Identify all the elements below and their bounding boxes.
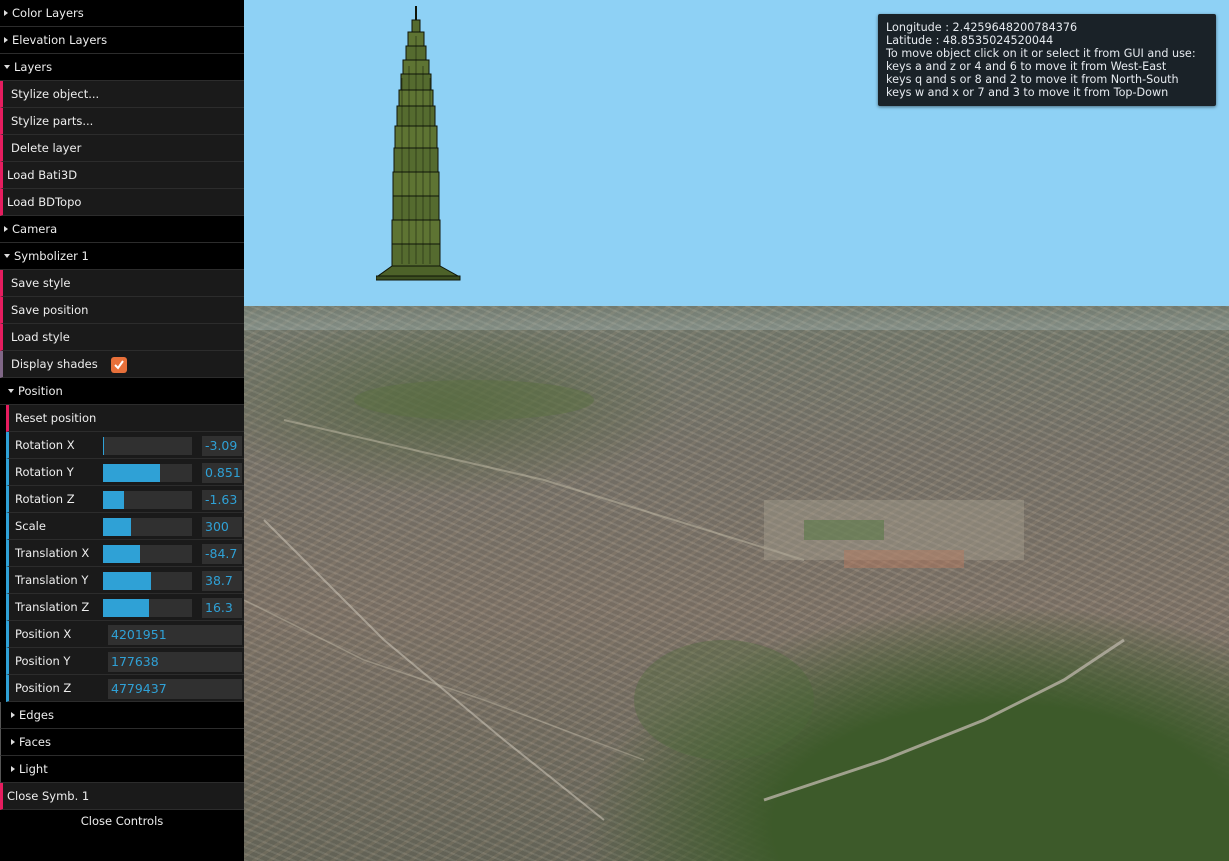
position-z-control: Position Z 4779437: [6, 675, 244, 702]
controls-panel: Color Layers Elevation Layers Layers Sty…: [0, 0, 244, 861]
translation-x-slider[interactable]: [103, 545, 192, 563]
rotation-z-input[interactable]: -1.63: [202, 490, 242, 510]
info-panel: Longitude : 2.4259648200784376 Latitude …: [878, 14, 1216, 106]
translation-z-control: Translation Z 16.3: [6, 594, 244, 621]
close-controls-button[interactable]: Close Controls: [0, 810, 244, 833]
save-position-button[interactable]: Save position: [0, 297, 244, 324]
folder-color-layers[interactable]: Color Layers: [0, 0, 244, 27]
scale-slider[interactable]: [103, 518, 192, 536]
rotation-y-control: Rotation Y 0.851: [6, 459, 244, 486]
folder-position[interactable]: Position: [0, 378, 244, 405]
instructions-line: keys w and x or 7 and 3 to move it from …: [886, 86, 1169, 99]
translation-y-control: Translation Y 38.7: [6, 567, 244, 594]
close-symbolizer-button[interactable]: Close Symb. 1: [0, 783, 244, 810]
rotation-z-slider[interactable]: [103, 491, 192, 509]
folder-elevation-layers[interactable]: Elevation Layers: [0, 27, 244, 54]
slider-fill: [103, 464, 160, 482]
tower-3d-object[interactable]: [376, 6, 466, 282]
slider-fill: [103, 599, 150, 617]
checkmark-icon: [114, 360, 124, 370]
chevron-right-icon: [4, 226, 8, 232]
rotation-x-slider[interactable]: [103, 437, 192, 455]
chevron-down-icon: [4, 254, 10, 258]
longitude-readout: Longitude : 2.4259648200784376: [886, 21, 1078, 34]
load-style-button[interactable]: Load style: [0, 324, 244, 351]
globe-view[interactable]: [244, 0, 1229, 861]
rotation-z-control: Rotation Z -1.63: [6, 486, 244, 513]
folder-edges[interactable]: Edges: [0, 702, 244, 729]
scale-control: Scale 300: [6, 513, 244, 540]
instructions-line: keys a and z or 4 and 6 to move it from …: [886, 60, 1167, 73]
translation-z-input[interactable]: 16.3: [202, 598, 242, 618]
slider-fill: [103, 545, 141, 563]
chevron-right-icon: [11, 712, 15, 718]
position-x-control: Position X 4201951: [6, 621, 244, 648]
scale-input[interactable]: 300: [202, 517, 242, 537]
translation-z-slider[interactable]: [103, 599, 192, 617]
position-z-input[interactable]: 4779437: [108, 679, 242, 699]
position-y-input[interactable]: 177638: [108, 652, 242, 672]
chevron-down-icon: [8, 389, 14, 393]
save-style-button[interactable]: Save style: [0, 270, 244, 297]
folder-faces[interactable]: Faces: [0, 729, 244, 756]
chevron-right-icon: [11, 766, 15, 772]
folder-symbolizer[interactable]: Symbolizer 1: [0, 243, 244, 270]
instructions-line: To move object click on it or select it …: [886, 47, 1196, 60]
slider-fill: [103, 491, 125, 509]
translation-x-input[interactable]: -84.7: [202, 544, 242, 564]
load-bdtopo-button[interactable]: Load BDTopo: [0, 189, 244, 216]
latitude-readout: Latitude : 48.8535024520044: [886, 34, 1054, 47]
stylize-parts-button[interactable]: Stylize parts...: [0, 108, 244, 135]
instructions-line: keys q and s or 8 and 2 to move it from …: [886, 73, 1179, 86]
rotation-y-slider[interactable]: [103, 464, 192, 482]
slider-fill: [103, 437, 104, 455]
display-shades-row: Display shades: [0, 351, 244, 378]
rotation-x-input[interactable]: -3.09: [202, 436, 242, 456]
translation-y-input[interactable]: 38.7: [202, 571, 242, 591]
slider-fill: [103, 518, 131, 536]
rotation-y-input[interactable]: 0.851: [202, 463, 242, 483]
slider-fill: [103, 572, 152, 590]
chevron-right-icon: [11, 739, 15, 745]
delete-layer-button[interactable]: Delete layer: [0, 135, 244, 162]
rotation-x-control: Rotation X -3.09: [6, 432, 244, 459]
chevron-right-icon: [4, 37, 8, 43]
translation-y-slider[interactable]: [103, 572, 192, 590]
folder-camera[interactable]: Camera: [0, 216, 244, 243]
stylize-object-button[interactable]: Stylize object...: [0, 81, 244, 108]
chevron-right-icon: [4, 10, 8, 16]
position-x-input[interactable]: 4201951: [108, 625, 242, 645]
load-bati3d-button[interactable]: Load Bati3D: [0, 162, 244, 189]
folder-light[interactable]: Light: [0, 756, 244, 783]
translation-x-control: Translation X -84.7: [6, 540, 244, 567]
chevron-down-icon: [4, 65, 10, 69]
folder-layers[interactable]: Layers: [0, 54, 244, 81]
position-y-control: Position Y 177638: [6, 648, 244, 675]
display-shades-checkbox[interactable]: [111, 357, 127, 373]
reset-position-button[interactable]: Reset position: [6, 405, 244, 432]
